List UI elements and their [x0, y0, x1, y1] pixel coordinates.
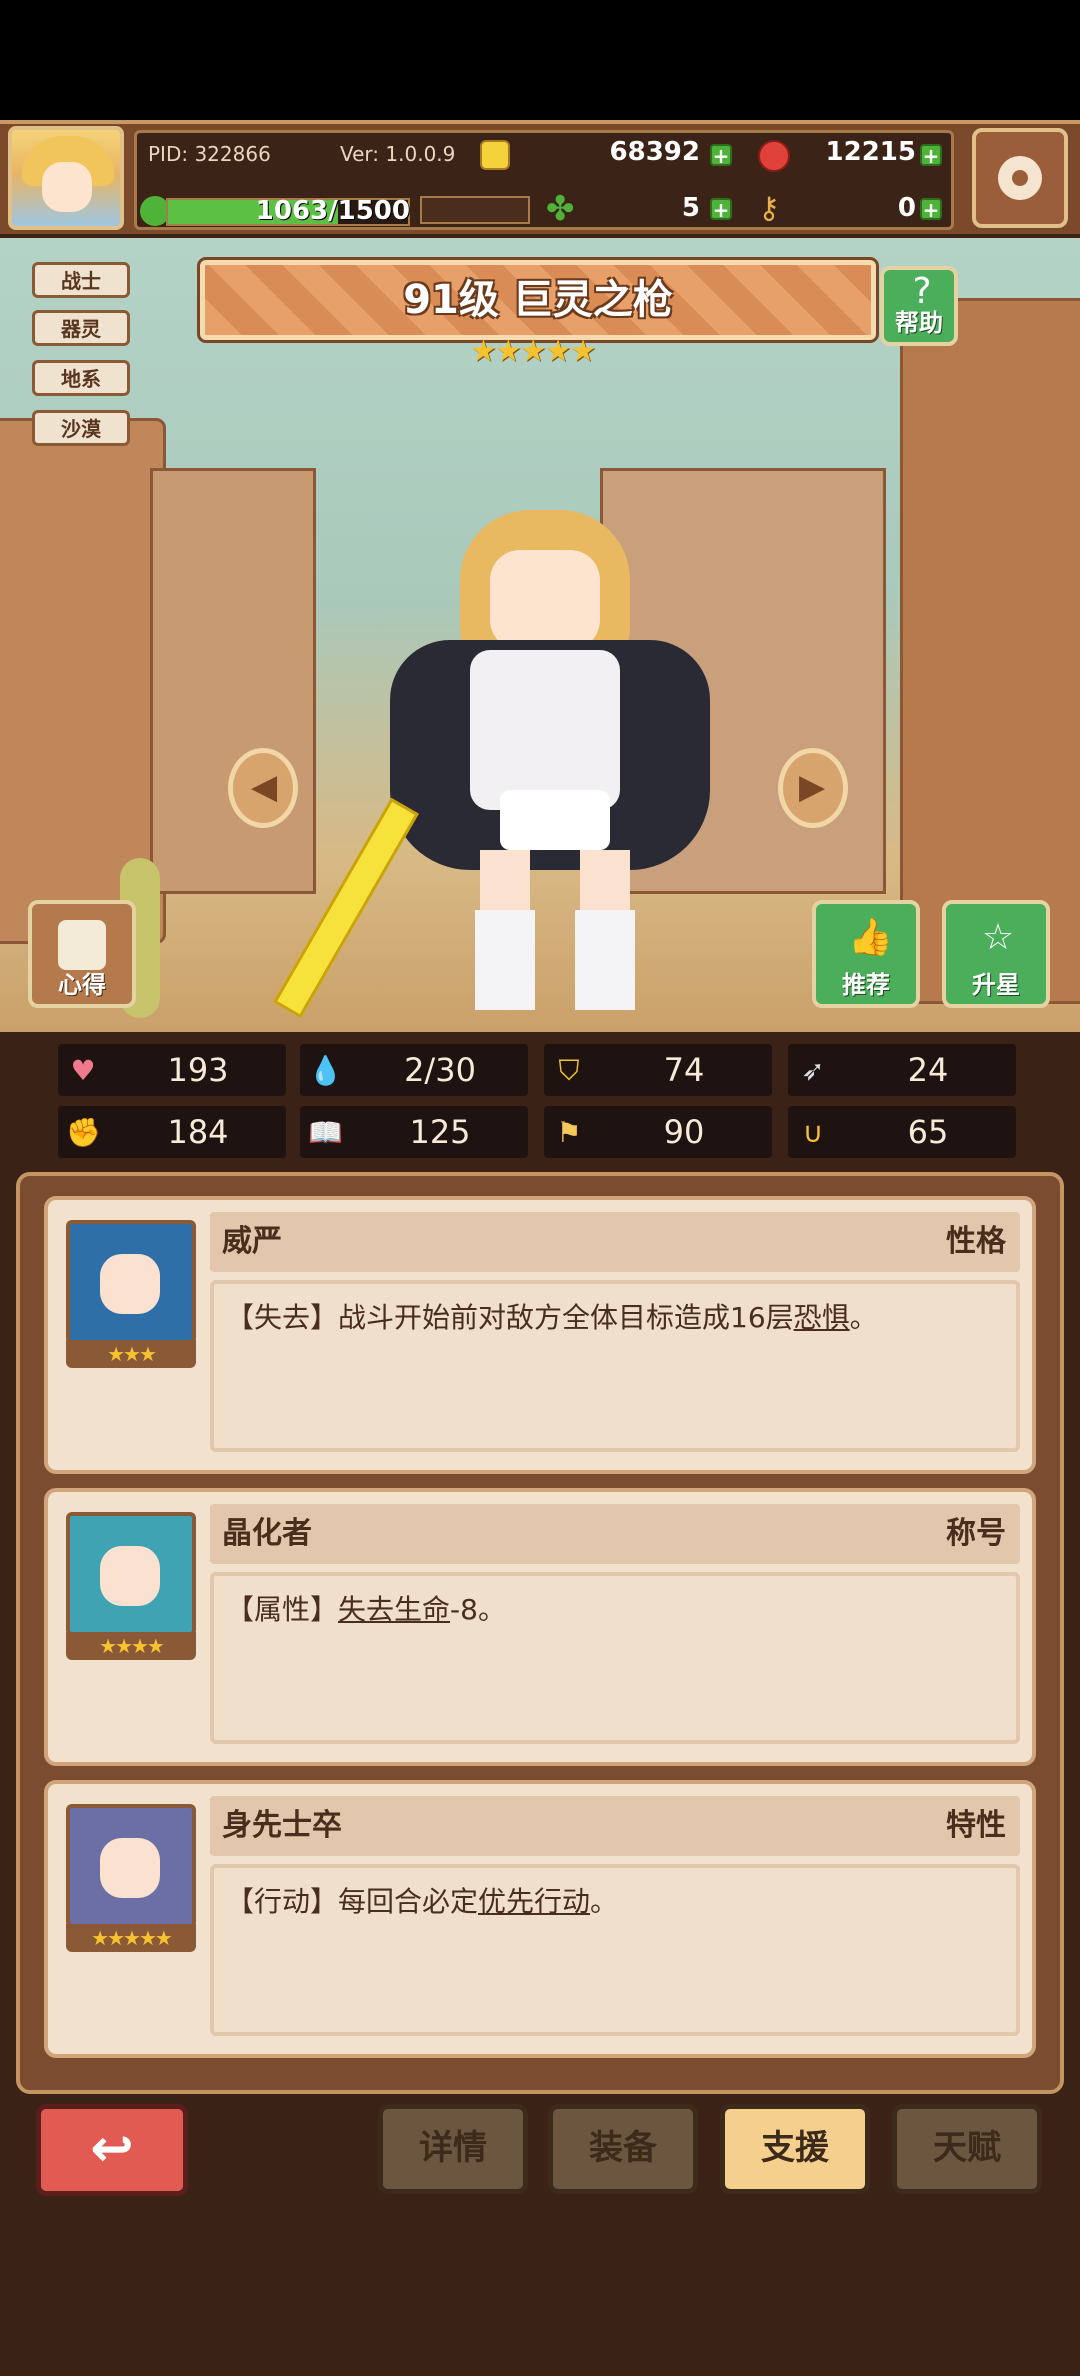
exp-bar-extension: [420, 196, 530, 224]
recommend-button[interactable]: 👍 推荐: [812, 900, 920, 1008]
water-drop-icon: 💧: [308, 1054, 343, 1087]
star-upgrade-label: 升星: [972, 971, 1020, 999]
support-card-trait[interactable]: ★★★★★ 身先士卒 特性 【行动】每回合必定优先行动。: [44, 1780, 1036, 2058]
card-type: 称号: [946, 1516, 1006, 1551]
tag-class[interactable]: 战士: [32, 262, 130, 298]
support-portrait: [66, 1512, 196, 1636]
add-clover-button[interactable]: +: [710, 198, 732, 220]
heart-icon: ♥: [70, 1054, 96, 1087]
thumbs-up-icon: 👍: [848, 917, 893, 958]
stat-attack: ✊ 184: [58, 1106, 286, 1158]
support-star-rating: ★★★: [66, 1340, 196, 1368]
card-text-end: 。: [849, 1301, 878, 1334]
version-label: Ver: 1.0.0.9: [340, 142, 456, 166]
settings-button[interactable]: [972, 128, 1068, 228]
stat-hp: ♥ 193: [58, 1044, 286, 1096]
tab-equipment[interactable]: 装备: [548, 2104, 698, 2194]
card-name: 晶化者: [222, 1516, 312, 1551]
exp-text: 1063/1500: [255, 196, 410, 226]
support-portrait: [66, 1220, 196, 1344]
star-icon: ☆: [981, 917, 1015, 958]
support-star-rating: ★★★★★: [66, 1924, 196, 1952]
player-avatar[interactable]: [8, 126, 124, 230]
horseshoe-icon: ∪: [802, 1116, 824, 1149]
card-text: 【行动】每回合必定: [226, 1885, 479, 1918]
keyword-link[interactable]: 恐惧: [794, 1301, 850, 1334]
wing-icon: ➶: [801, 1054, 825, 1087]
gold-amount: 68392: [609, 137, 700, 167]
gem-amount: 12215: [825, 137, 916, 167]
card-header: 晶化者 称号: [210, 1504, 1020, 1564]
stat-magic: 📖 125: [300, 1106, 528, 1158]
flag-icon: ⚑: [556, 1116, 582, 1149]
gold-coin-icon: [480, 140, 510, 170]
card-name: 威严: [222, 1224, 282, 1259]
tag-type[interactable]: 器灵: [32, 310, 130, 346]
star-upgrade-button[interactable]: ☆ 升星: [942, 900, 1050, 1008]
shield-icon: ⛉: [558, 1054, 580, 1087]
card-text: 【属性】: [226, 1593, 339, 1626]
add-gem-button[interactable]: +: [920, 144, 942, 166]
next-hero-button[interactable]: ▶: [778, 748, 848, 828]
stat-speed: ➶ 24: [788, 1044, 1016, 1096]
clover-icon: ✤: [546, 189, 575, 229]
stat-luck: ∪ 65: [788, 1106, 1016, 1158]
add-gold-button[interactable]: +: [710, 144, 732, 166]
support-card-personality[interactable]: ★★★ 威严 性格 【失去】战斗开始前对敌方全体目标造成16层恐惧。: [44, 1196, 1036, 1474]
fist-icon: ✊: [66, 1116, 101, 1149]
card-type: 性格: [946, 1224, 1006, 1259]
key-amount: 0: [897, 193, 916, 223]
card-description: 【属性】失去生命-8。: [210, 1572, 1020, 1744]
stat-defense: ⛉ 74: [544, 1044, 772, 1096]
help-label: 帮助: [895, 309, 943, 337]
card-name: 身先士卒: [222, 1808, 342, 1843]
keyword-link[interactable]: 失去生命: [338, 1593, 450, 1626]
add-key-button[interactable]: +: [920, 198, 942, 220]
support-star-rating: ★★★★: [66, 1632, 196, 1660]
notebook-icon: [58, 920, 106, 970]
card-description: 【失去】战斗开始前对敌方全体目标造成16层恐惧。: [210, 1280, 1020, 1452]
support-card-title[interactable]: ★★★★ 晶化者 称号 【属性】失去生命-8。: [44, 1488, 1036, 1766]
help-button[interactable]: ? 帮助: [880, 266, 958, 346]
card-header: 身先士卒 特性: [210, 1796, 1020, 1856]
tab-talent[interactable]: 天赋: [892, 2104, 1042, 2194]
hero-title: 91级 巨灵之枪: [403, 277, 673, 323]
experience-notes-label: 心得: [58, 971, 106, 999]
canyon-rock-left-2: [150, 468, 316, 894]
player-id: PID: 322866: [148, 142, 271, 166]
arrow-right-icon: ▶: [799, 767, 826, 807]
tag-terrain[interactable]: 沙漠: [32, 410, 130, 446]
arrow-left-icon: ◀: [251, 767, 278, 807]
back-button[interactable]: ↩: [36, 2104, 188, 2196]
support-portrait: [66, 1804, 196, 1928]
clover-amount: 5: [681, 193, 700, 223]
previous-hero-button[interactable]: ◀: [228, 748, 298, 828]
back-arrow-icon: ↩: [90, 2119, 134, 2179]
card-text-end: -8。: [450, 1593, 506, 1626]
card-text: 【失去】战斗开始前对敌方全体目标造成16层: [226, 1301, 794, 1334]
stat-resistance: ⚑ 90: [544, 1106, 772, 1158]
keyword-link[interactable]: 优先行动: [478, 1885, 590, 1918]
card-type: 特性: [946, 1808, 1006, 1843]
card-header: 威严 性格: [210, 1212, 1020, 1272]
book-icon: 📖: [308, 1116, 343, 1149]
recommend-label: 推荐: [842, 971, 890, 999]
canyon-rock-right: [900, 298, 1080, 1004]
hero-sprite: [273, 490, 740, 1020]
key-icon: ⚷: [758, 191, 780, 226]
tag-element[interactable]: 地系: [32, 360, 130, 396]
status-bar-area: [0, 0, 1080, 120]
tab-support[interactable]: 支援: [720, 2104, 870, 2194]
card-description: 【行动】每回合必定优先行动。: [210, 1864, 1020, 2036]
tab-details[interactable]: 详情: [378, 2104, 528, 2194]
hero-title-banner: 91级 巨灵之枪: [197, 257, 879, 343]
stat-mana: 💧 2/30: [300, 1044, 528, 1096]
experience-notes-button[interactable]: 心得: [28, 900, 136, 1008]
hero-star-rating: ★★★★★: [470, 334, 596, 369]
card-text-end: 。: [590, 1885, 619, 1918]
